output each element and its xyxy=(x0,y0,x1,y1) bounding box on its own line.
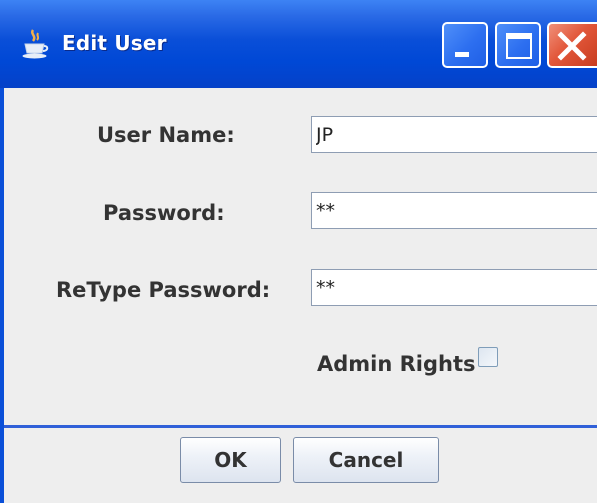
maximize-button[interactable] xyxy=(495,22,541,68)
username-label: User Name: xyxy=(97,123,235,147)
title-bar[interactable]: Edit User xyxy=(0,0,597,88)
password-label: Password: xyxy=(103,201,225,225)
form-panel: User Name: Password: ReType Password: Ad… xyxy=(4,88,597,425)
cancel-button[interactable]: Cancel xyxy=(293,437,439,483)
window-title: Edit User xyxy=(62,31,167,55)
retype-password-field[interactable] xyxy=(311,269,597,306)
admin-rights-label: Admin Rights xyxy=(317,352,476,376)
edit-user-dialog: Edit User User Name: Password: ReType Pa… xyxy=(0,0,597,503)
retype-password-label: ReType Password: xyxy=(56,278,271,302)
minimize-icon xyxy=(455,52,469,57)
password-field[interactable] xyxy=(311,192,597,229)
minimize-button[interactable] xyxy=(442,22,488,68)
maximize-icon xyxy=(506,33,532,59)
username-field[interactable] xyxy=(311,116,597,153)
close-button[interactable] xyxy=(547,22,597,68)
admin-rights-checkbox[interactable] xyxy=(478,347,498,367)
close-icon xyxy=(557,31,587,61)
ok-button[interactable]: OK xyxy=(180,437,281,483)
java-cup-icon xyxy=(22,29,49,59)
